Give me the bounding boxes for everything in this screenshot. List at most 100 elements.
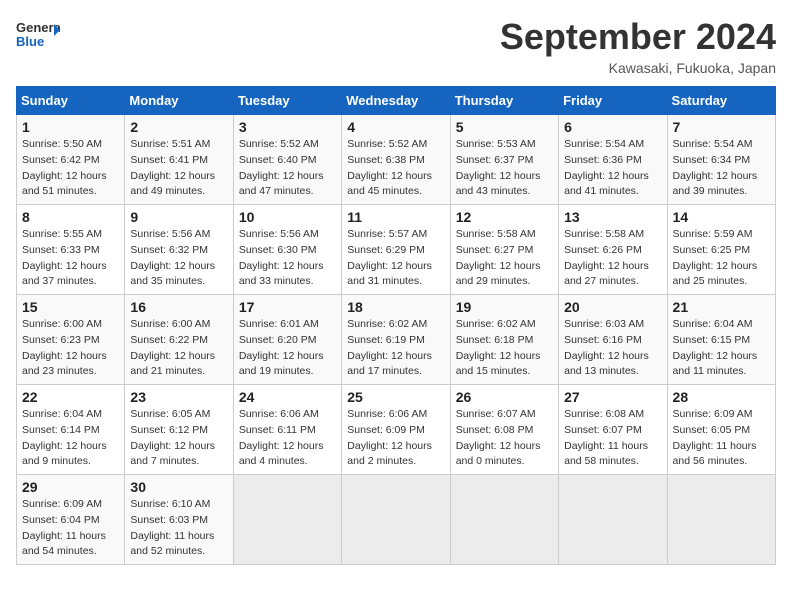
- day-number: 20: [564, 299, 661, 315]
- weekday-header-wednesday: Wednesday: [342, 87, 450, 115]
- day-detail: Sunrise: 6:04 AMSunset: 6:15 PMDaylight:…: [673, 317, 770, 380]
- logo-icon: General Blue: [16, 16, 60, 52]
- day-number: 30: [130, 479, 227, 495]
- day-number: 18: [347, 299, 444, 315]
- calendar-cell: 4Sunrise: 5:52 AMSunset: 6:38 PMDaylight…: [342, 115, 450, 205]
- month-title: September 2024: [500, 16, 776, 58]
- day-number: 1: [22, 119, 119, 135]
- calendar-cell: 19 Sunrise: 6:02 AMSunset: 6:18 PMDayligh…: [450, 295, 558, 385]
- day-number: 23: [130, 389, 227, 405]
- header: General Blue September 2024 Kawasaki, Fu…: [16, 16, 776, 76]
- day-detail: Sunrise: 5:57 AMSunset: 6:29 PMDaylight:…: [347, 227, 444, 290]
- calendar-cell: 13 Sunrise: 5:58 AMSunset: 6:26 PMDayligh…: [559, 205, 667, 295]
- day-detail: Sunrise: 5:56 AMSunset: 6:30 PMDaylight:…: [239, 227, 336, 290]
- calendar-cell: [450, 475, 558, 565]
- calendar-cell: 22Sunrise: 6:04 AMSunset: 6:14 PMDayligh…: [17, 385, 125, 475]
- weekday-header-thursday: Thursday: [450, 87, 558, 115]
- calendar-cell: 3 Sunrise: 5:52 AMSunset: 6:40 PMDaylight…: [233, 115, 341, 205]
- day-detail: Sunrise: 5:58 AMSunset: 6:27 PMDaylight:…: [456, 227, 553, 290]
- day-detail: Sunrise: 6:07 AMSunset: 6:08 PMDaylight:…: [456, 407, 553, 470]
- calendar-cell: [233, 475, 341, 565]
- day-number: 29: [22, 479, 119, 495]
- calendar-cell: 7Sunrise: 5:54 AMSunset: 6:34 PMDaylight…: [667, 115, 775, 205]
- day-detail: Sunrise: 5:59 AMSunset: 6:25 PMDaylight:…: [673, 227, 770, 290]
- day-number: 9: [130, 209, 227, 225]
- day-number: 12: [456, 209, 553, 225]
- day-number: 8: [22, 209, 119, 225]
- day-number: 2: [130, 119, 227, 135]
- day-detail: Sunrise: 6:06 AMSunset: 6:11 PMDaylight:…: [239, 407, 336, 470]
- calendar-cell: 28 Sunrise: 6:09 AMSunset: 6:05 PMDayligh…: [667, 385, 775, 475]
- day-detail: Sunrise: 6:09 AMSunset: 6:05 PMDaylight:…: [673, 407, 770, 470]
- calendar-cell: 30 Sunrise: 6:10 AMSunset: 6:03 PMDayligh…: [125, 475, 233, 565]
- calendar-cell: 6 Sunrise: 5:54 AMSunset: 6:36 PMDaylight…: [559, 115, 667, 205]
- calendar-cell: 25Sunrise: 6:06 AMSunset: 6:09 PMDayligh…: [342, 385, 450, 475]
- calendar-cell: 16 Sunrise: 6:00 AMSunset: 6:22 PMDayligh…: [125, 295, 233, 385]
- calendar-cell: 11Sunrise: 5:57 AMSunset: 6:29 PMDayligh…: [342, 205, 450, 295]
- day-detail: Sunrise: 6:08 AMSunset: 6:07 PMDaylight:…: [564, 407, 661, 470]
- calendar-cell: 9Sunrise: 5:56 AMSunset: 6:32 PMDaylight…: [125, 205, 233, 295]
- logo: General Blue: [16, 16, 60, 52]
- calendar-cell: 12 Sunrise: 5:58 AMSunset: 6:27 PMDayligh…: [450, 205, 558, 295]
- calendar-cell: 1Sunrise: 5:50 AMSunset: 6:42 PMDaylight…: [17, 115, 125, 205]
- calendar-cell: 18 Sunrise: 6:02 AMSunset: 6:19 PMDayligh…: [342, 295, 450, 385]
- day-detail: Sunrise: 5:54 AMSunset: 6:36 PMDaylight:…: [564, 137, 661, 200]
- day-detail: Sunrise: 5:55 AMSunset: 6:33 PMDaylight:…: [22, 227, 119, 290]
- day-number: 14: [673, 209, 770, 225]
- day-number: 16: [130, 299, 227, 315]
- day-detail: Sunrise: 6:05 AMSunset: 6:12 PMDaylight:…: [130, 407, 227, 470]
- calendar-table: SundayMondayTuesdayWednesdayThursdayFrid…: [16, 86, 776, 565]
- location: Kawasaki, Fukuoka, Japan: [500, 60, 776, 76]
- weekday-header-friday: Friday: [559, 87, 667, 115]
- day-detail: Sunrise: 5:58 AMSunset: 6:26 PMDaylight:…: [564, 227, 661, 290]
- day-detail: Sunrise: 6:10 AMSunset: 6:03 PMDaylight:…: [130, 497, 227, 560]
- day-detail: Sunrise: 6:02 AMSunset: 6:18 PMDaylight:…: [456, 317, 553, 380]
- day-number: 21: [673, 299, 770, 315]
- calendar-cell: 2 Sunrise: 5:51 AMSunset: 6:41 PMDaylight…: [125, 115, 233, 205]
- calendar-cell: [559, 475, 667, 565]
- day-detail: Sunrise: 5:51 AMSunset: 6:41 PMDaylight:…: [130, 137, 227, 200]
- day-number: 13: [564, 209, 661, 225]
- calendar-cell: 15 Sunrise: 6:00 AMSunset: 6:23 PMDayligh…: [17, 295, 125, 385]
- week-row-5: 29 Sunrise: 6:09 AMSunset: 6:04 PMDayligh…: [17, 475, 776, 565]
- day-number: 3: [239, 119, 336, 135]
- day-number: 19: [456, 299, 553, 315]
- day-number: 4: [347, 119, 444, 135]
- calendar-cell: 14 Sunrise: 5:59 AMSunset: 6:25 PMDayligh…: [667, 205, 775, 295]
- calendar-cell: [667, 475, 775, 565]
- calendar-body: 1Sunrise: 5:50 AMSunset: 6:42 PMDaylight…: [17, 115, 776, 565]
- weekday-header-tuesday: Tuesday: [233, 87, 341, 115]
- day-detail: Sunrise: 6:03 AMSunset: 6:16 PMDaylight:…: [564, 317, 661, 380]
- calendar-cell: 21 Sunrise: 6:04 AMSunset: 6:15 PMDayligh…: [667, 295, 775, 385]
- day-number: 15: [22, 299, 119, 315]
- svg-text:Blue: Blue: [16, 34, 44, 49]
- day-detail: Sunrise: 6:01 AMSunset: 6:20 PMDaylight:…: [239, 317, 336, 380]
- day-number: 28: [673, 389, 770, 405]
- day-detail: Sunrise: 6:00 AMSunset: 6:23 PMDaylight:…: [22, 317, 119, 380]
- svg-text:General: General: [16, 20, 60, 35]
- calendar-cell: 23 Sunrise: 6:05 AMSunset: 6:12 PMDayligh…: [125, 385, 233, 475]
- week-row-2: 8 Sunrise: 5:55 AMSunset: 6:33 PMDaylight…: [17, 205, 776, 295]
- day-number: 27: [564, 389, 661, 405]
- calendar-cell: 20 Sunrise: 6:03 AMSunset: 6:16 PMDayligh…: [559, 295, 667, 385]
- calendar-cell: 5Sunrise: 5:53 AMSunset: 6:37 PMDaylight…: [450, 115, 558, 205]
- day-number: 17: [239, 299, 336, 315]
- day-detail: Sunrise: 6:02 AMSunset: 6:19 PMDaylight:…: [347, 317, 444, 380]
- day-number: 6: [564, 119, 661, 135]
- calendar-cell: 10 Sunrise: 5:56 AMSunset: 6:30 PMDayligh…: [233, 205, 341, 295]
- day-detail: Sunrise: 6:00 AMSunset: 6:22 PMDaylight:…: [130, 317, 227, 380]
- week-row-3: 15 Sunrise: 6:00 AMSunset: 6:23 PMDayligh…: [17, 295, 776, 385]
- day-number: 25: [347, 389, 444, 405]
- day-detail: Sunrise: 6:09 AMSunset: 6:04 PMDaylight:…: [22, 497, 119, 560]
- day-detail: Sunrise: 5:53 AMSunset: 6:37 PMDaylight:…: [456, 137, 553, 200]
- day-detail: Sunrise: 5:52 AMSunset: 6:40 PMDaylight:…: [239, 137, 336, 200]
- weekday-header-sunday: Sunday: [17, 87, 125, 115]
- title-area: September 2024 Kawasaki, Fukuoka, Japan: [500, 16, 776, 76]
- calendar-cell: 29 Sunrise: 6:09 AMSunset: 6:04 PMDayligh…: [17, 475, 125, 565]
- calendar-cell: 24Sunrise: 6:06 AMSunset: 6:11 PMDayligh…: [233, 385, 341, 475]
- week-row-4: 22Sunrise: 6:04 AMSunset: 6:14 PMDayligh…: [17, 385, 776, 475]
- calendar-cell: [342, 475, 450, 565]
- day-number: 10: [239, 209, 336, 225]
- weekday-header-saturday: Saturday: [667, 87, 775, 115]
- day-number: 7: [673, 119, 770, 135]
